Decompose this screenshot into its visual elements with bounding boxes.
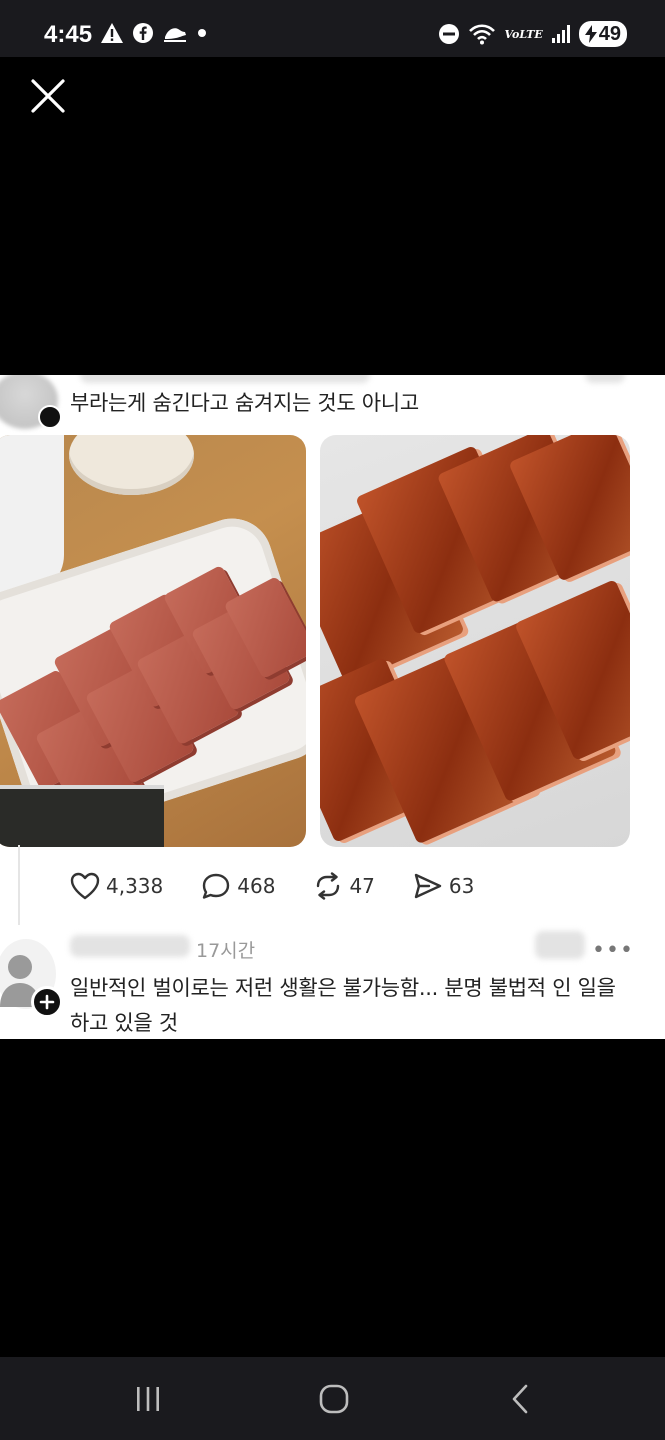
facebook-icon <box>133 23 153 43</box>
post-stats: 4,338 468 47 63 <box>70 872 512 900</box>
close-icon <box>31 79 65 113</box>
status-notification-icons <box>100 22 208 44</box>
follow-plus-icon <box>31 986 63 1018</box>
wifi-icon <box>469 24 496 45</box>
home-icon <box>319 1384 349 1414</box>
reply-text: 일반적인 벌이로는 저런 생활은 불가능함... 분명 불법적 인 일을 하고 … <box>70 976 616 1035</box>
spam-plate-photo <box>0 435 306 847</box>
warning-icon <box>101 23 123 43</box>
cup-shape <box>0 435 64 595</box>
thread-line <box>18 845 20 925</box>
bowl-shape <box>69 435 194 495</box>
back-button[interactable] <box>490 1379 550 1419</box>
blurred-username <box>80 375 370 383</box>
back-icon <box>512 1384 528 1414</box>
send-icon <box>414 873 442 899</box>
post-image: 부라는게 숨긴다고 숨겨지는 것도 아니고 4,338 468 47 63 17… <box>0 375 665 1039</box>
charging-icon <box>584 25 597 43</box>
dot-icon <box>198 29 206 37</box>
share-stat[interactable]: 63 <box>413 872 474 900</box>
navigation-bar <box>0 1357 665 1440</box>
recent-apps-icon <box>137 1387 159 1411</box>
recent-apps-button[interactable] <box>118 1379 178 1419</box>
avatar-badge <box>38 405 62 429</box>
share-count: 63 <box>448 874 475 898</box>
repost-icon <box>317 872 340 900</box>
like-count: 4,338 <box>106 874 164 898</box>
blurred-reply-username <box>70 935 190 957</box>
laver-container <box>0 785 164 847</box>
post-text: 부라는게 숨긴다고 숨겨지는 것도 아니고 <box>70 391 419 415</box>
like-stat[interactable]: 4,338 <box>70 872 163 900</box>
app-icon <box>164 28 186 42</box>
comment-count: 468 <box>237 874 276 898</box>
close-button[interactable] <box>30 78 66 114</box>
dnd-icon <box>439 24 460 44</box>
repost-count: 47 <box>349 874 375 898</box>
status-time: 4:45 <box>44 21 93 48</box>
home-button[interactable] <box>304 1379 364 1419</box>
status-bar: 4:45 VoLTE 49 <box>0 0 665 57</box>
reply-time: 17시간 <box>196 940 256 962</box>
volte-label: VoLTE <box>504 27 543 41</box>
comment-icon <box>203 873 230 899</box>
heart-icon <box>70 872 100 900</box>
battery-level: 49 <box>598 22 621 45</box>
battery-indicator: 49 <box>578 21 627 47</box>
repost-stat[interactable]: 47 <box>313 872 375 900</box>
comment-stat[interactable]: 468 <box>201 872 275 900</box>
signal-icon <box>551 25 570 43</box>
blurred-reply-avatar <box>535 931 585 959</box>
blurred-menu <box>585 375 625 383</box>
status-system-icons: VoLTE 49 <box>438 21 627 47</box>
fried-spam-photo <box>320 435 630 847</box>
more-icon: ••• <box>592 938 634 963</box>
